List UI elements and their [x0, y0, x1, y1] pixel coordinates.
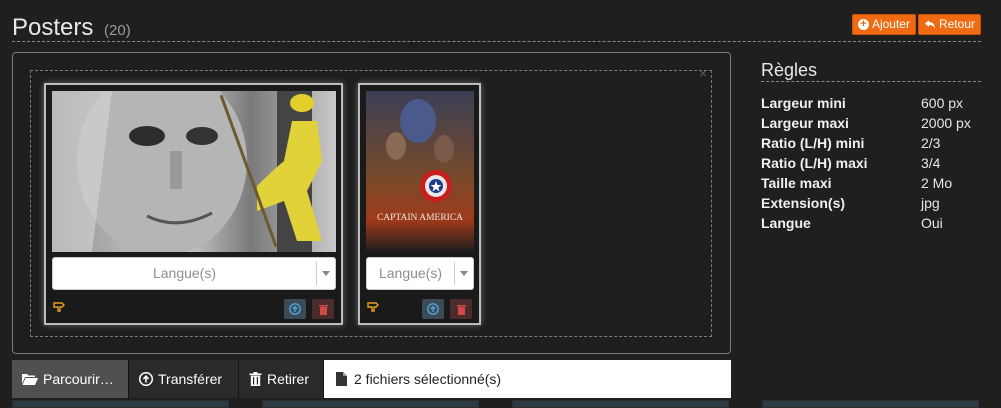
upload-button[interactable] — [284, 299, 306, 319]
rule-value: Oui — [921, 215, 943, 231]
file-selection-status: 2 fichiers sélectionné(s) — [324, 360, 731, 398]
rule-row: Extension(s) jpg — [761, 193, 981, 213]
upload-icon — [427, 303, 439, 315]
next-row-thumbnail — [12, 400, 229, 408]
next-row-thumbnail — [512, 400, 729, 408]
remove-button-label: Retirer — [267, 371, 310, 387]
hand-pointer-icon[interactable] — [52, 299, 66, 313]
rule-row: Ratio (L/H) maxi 3/4 — [761, 153, 981, 173]
transfer-button[interactable]: Transférer — [129, 360, 239, 398]
poster-card: CAPTAIN AMERICA Langue(s) — [358, 83, 481, 325]
chevron-down-icon[interactable] — [316, 262, 335, 285]
upload-icon — [289, 303, 301, 315]
page-title: Posters (20) — [12, 14, 131, 42]
language-select-placeholder: Langue(s) — [152, 265, 217, 281]
rule-value: 600 px — [921, 95, 964, 111]
next-row-thumbnail — [762, 400, 979, 408]
rule-row: Langue Oui — [761, 213, 981, 233]
file-icon — [336, 372, 347, 386]
upload-panel: × Langue(s) CAPTAIN AMERICA Langue(s) — [12, 52, 731, 354]
rules-title: Règles — [761, 60, 981, 82]
folder-open-icon — [22, 374, 38, 385]
rule-value: jpg — [921, 195, 940, 211]
rule-label: Largeur mini — [761, 95, 846, 111]
close-icon[interactable]: × — [699, 65, 707, 81]
poster-card: Langue(s) — [44, 83, 343, 325]
upload-button[interactable] — [422, 299, 444, 319]
rule-label: Extension(s) — [761, 195, 846, 211]
trash-icon — [318, 305, 328, 315]
browse-button[interactable]: Parcourir… — [12, 360, 129, 398]
add-button-label: Ajouter — [871, 17, 910, 31]
hand-pointer-icon[interactable] — [366, 299, 380, 313]
rule-label: Largeur maxi — [761, 115, 849, 131]
rules-panel: Règles Largeur mini 600 px Largeur maxi 20… — [761, 60, 981, 233]
poster-thumbnail[interactable] — [52, 91, 336, 252]
rule-row: Ratio (L/H) mini 2/3 — [761, 133, 981, 153]
language-select-placeholder: Langue(s) — [378, 265, 443, 281]
rule-row: Largeur mini 600 px — [761, 93, 981, 113]
next-row-thumbnail — [262, 400, 479, 408]
rule-value: 2000 px — [921, 115, 971, 131]
page-title-text: Posters — [12, 14, 94, 41]
poster-title-text: CAPTAIN AMERICA — [377, 213, 463, 223]
rule-label: Langue — [761, 215, 811, 231]
transfer-button-label: Transférer — [158, 371, 223, 387]
delete-button[interactable] — [450, 299, 472, 319]
rule-row: Taille maxi 2 Mo — [761, 173, 981, 193]
upload-icon — [139, 372, 153, 386]
page-header: Posters (20) + Ajouter Retour — [12, 12, 981, 42]
chevron-down-icon[interactable] — [454, 262, 473, 285]
rule-label: Taille maxi — [761, 175, 832, 191]
language-select[interactable]: Langue(s) — [52, 257, 336, 290]
rules-table: Largeur mini 600 px Largeur maxi 2000 px R… — [761, 93, 981, 233]
trash-icon — [249, 372, 262, 386]
trash-icon — [456, 305, 466, 315]
poster-thumbnail[interactable]: CAPTAIN AMERICA — [366, 91, 474, 252]
language-select[interactable]: Langue(s) — [366, 257, 474, 290]
rule-value: 2/3 — [921, 135, 941, 151]
action-bar: Parcourir… Transférer Retirer 2 fichiers… — [12, 360, 731, 398]
rule-label: Ratio (L/H) maxi — [761, 155, 868, 171]
add-button[interactable]: + Ajouter — [851, 14, 916, 35]
dropzone[interactable]: × Langue(s) CAPTAIN AMERICA Langue(s) — [30, 65, 712, 337]
plus-circle-icon: + — [857, 19, 869, 30]
rule-row: Largeur maxi 2000 px — [761, 113, 981, 133]
file-selection-text: 2 fichiers sélectionné(s) — [354, 371, 502, 387]
rule-value: 3/4 — [921, 155, 941, 171]
browse-button-label: Parcourir… — [43, 371, 114, 387]
rule-label: Ratio (L/H) mini — [761, 135, 865, 151]
poster-count: (20) — [104, 22, 131, 39]
delete-button[interactable] — [312, 299, 334, 319]
back-button[interactable]: Retour — [917, 14, 981, 35]
remove-button[interactable]: Retirer — [239, 360, 324, 398]
back-button-label: Retour — [938, 17, 975, 31]
reply-arrow-icon — [924, 20, 935, 29]
rule-value: 2 Mo — [921, 175, 953, 191]
